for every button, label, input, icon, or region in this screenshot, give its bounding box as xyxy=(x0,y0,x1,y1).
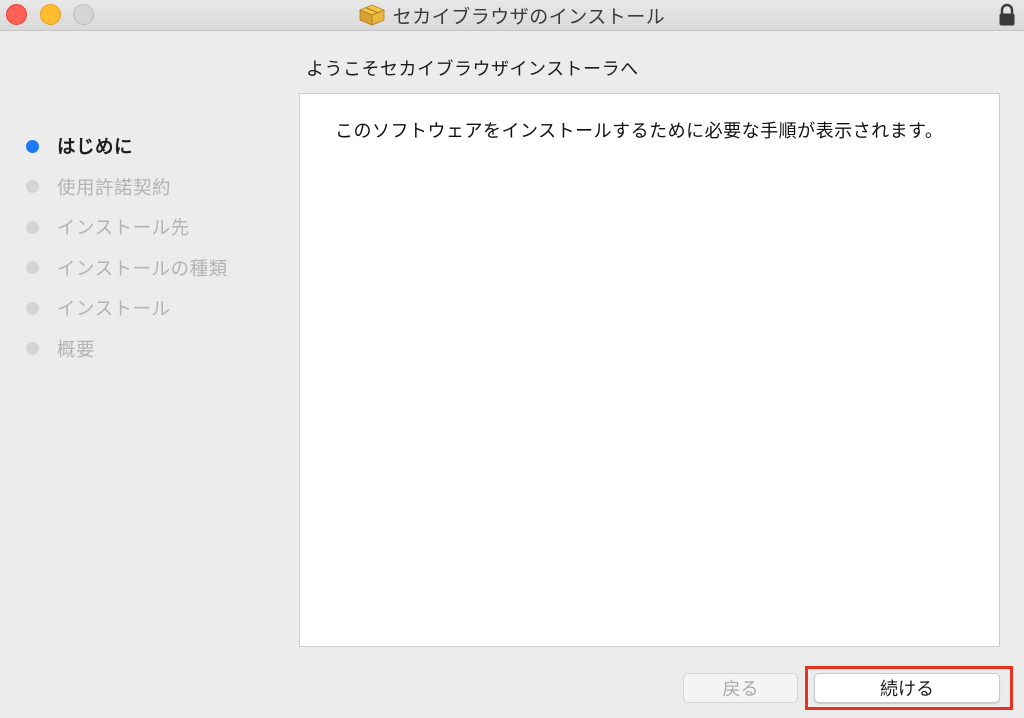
step-license: 使用許諾契約 xyxy=(26,167,228,208)
step-destination: インストール先 xyxy=(26,207,228,248)
step-indicator-dot xyxy=(26,180,39,194)
step-indicator-dot xyxy=(26,139,39,153)
window-title-group: セカイブラウザのインストール xyxy=(0,0,1024,30)
step-label: インストール xyxy=(57,299,171,321)
installer-window: セカイブラウザのインストール ようこそセカイブラウザインストーラへ はじめに 使… xyxy=(0,0,1024,718)
step-label: 使用許諾契約 xyxy=(57,177,172,199)
step-indicator-dot xyxy=(26,342,39,356)
step-indicator-dot xyxy=(26,301,39,315)
package-icon xyxy=(358,4,385,26)
lock-icon xyxy=(999,3,1015,26)
step-label: 概要 xyxy=(57,339,96,361)
continue-button[interactable]: 続ける xyxy=(814,673,1000,703)
step-label: はじめに xyxy=(57,137,134,159)
step-label: インストール先 xyxy=(57,218,190,240)
intro-message: このソフトウェアをインストールするために必要な手順が表示されます。 xyxy=(335,121,944,142)
step-installation: インストール xyxy=(26,288,228,329)
step-introduction: はじめに xyxy=(26,126,228,167)
step-install-type: インストールの種類 xyxy=(26,248,228,289)
back-button[interactable]: 戻る xyxy=(683,673,798,703)
window-title: セカイブラウザのインストール xyxy=(392,5,666,28)
page-heading: ようこそセカイブラウザインストーラへ xyxy=(306,59,639,80)
title-bar: セカイブラウザのインストール xyxy=(0,0,1024,31)
step-indicator-dot xyxy=(26,261,39,275)
content-panel: このソフトウェアをインストールするために必要な手順が表示されます。 xyxy=(299,93,1000,647)
step-indicator-dot xyxy=(26,220,39,234)
step-list: はじめに 使用許諾契約 インストール先 インストールの種類 インストール 概要 xyxy=(26,126,228,369)
step-summary: 概要 xyxy=(26,329,228,370)
step-label: インストールの種類 xyxy=(57,258,228,280)
